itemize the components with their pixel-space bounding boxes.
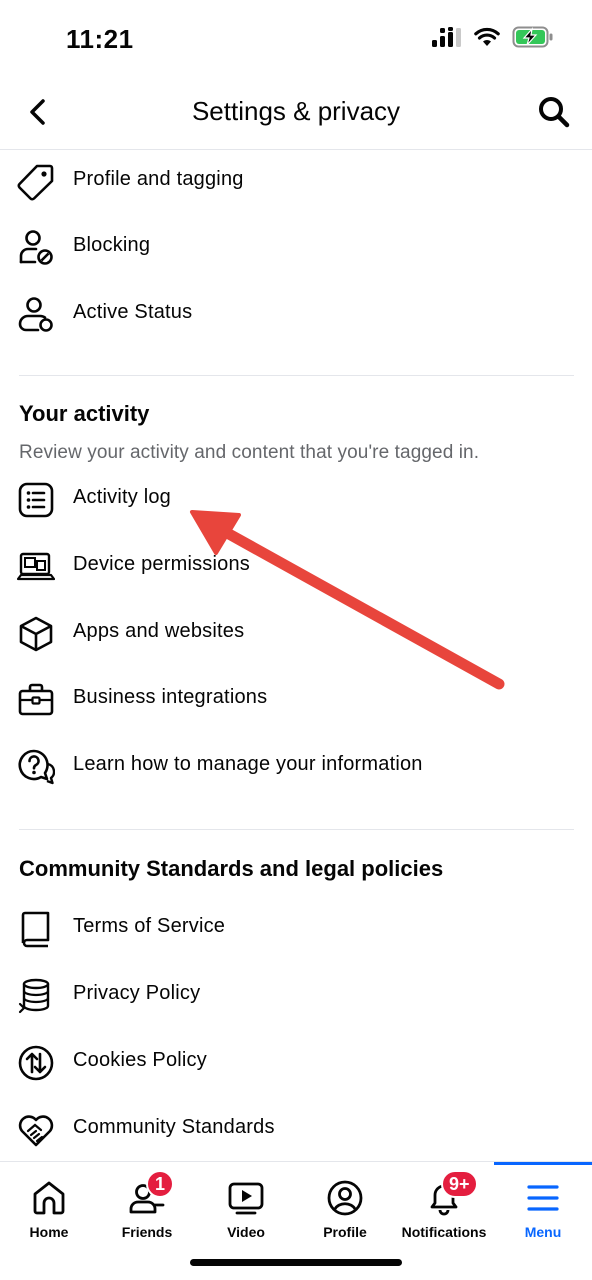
section-title-your-activity: Your activity (19, 401, 150, 426)
menu-item-activity-log[interactable]: Activity log (0, 469, 592, 529)
friends-badge: 1 (146, 1170, 174, 1198)
briefcase-icon (17, 681, 55, 719)
tab-label: Video (227, 1224, 265, 1240)
menu-item-label: Privacy Policy (73, 982, 201, 1004)
menu-item-active-status[interactable]: Active Status (0, 284, 592, 344)
menu-item-label: Blocking (73, 234, 151, 256)
page-title: Settings & privacy (191, 96, 401, 126)
profile-icon (325, 1178, 365, 1218)
menu-item-label: Community Standards (73, 1116, 275, 1138)
menu-item-label: Activity log (73, 486, 171, 508)
menu-icon (523, 1178, 563, 1218)
cube-icon (17, 615, 55, 653)
database-icon (17, 977, 55, 1015)
tab-label: Profile (323, 1224, 367, 1240)
devices-icon (17, 548, 55, 586)
status-icons (432, 26, 554, 53)
tab-menu[interactable]: Menu (494, 1162, 592, 1252)
tab-label: Friends (121, 1224, 173, 1240)
tab-profile[interactable]: Profile (296, 1162, 394, 1252)
menu-item-privacy-policy[interactable]: Privacy Policy (0, 965, 592, 1025)
list-icon (17, 481, 55, 519)
menu-item-label: Device permissions (73, 553, 250, 575)
section-divider (19, 829, 574, 830)
nav-header: Settings & privacy (0, 80, 592, 150)
settings-list: Profile and tagging Blocking Active Stat… (0, 151, 592, 1161)
menu-item-profile-and-tagging[interactable]: Profile and tagging (0, 151, 592, 211)
question-bubble-icon (17, 748, 55, 786)
menu-item-device-permissions[interactable]: Device permissions (0, 536, 592, 596)
tag-icon (17, 163, 55, 201)
home-indicator[interactable] (190, 1259, 402, 1266)
section-title-legal: Community Standards and legal policies (19, 856, 444, 881)
search-icon (539, 97, 570, 128)
menu-item-learn-manage-info[interactable]: Learn how to manage your information (0, 736, 592, 796)
tab-friends[interactable]: 1 Friends (98, 1162, 196, 1252)
menu-item-terms-of-service[interactable]: Terms of Service (0, 898, 592, 958)
tab-label: Home (29, 1224, 69, 1240)
video-icon (226, 1178, 266, 1218)
tab-notifications[interactable]: 9+ Notifications (395, 1162, 493, 1252)
notifications-badge: 9+ (441, 1170, 478, 1198)
menu-item-label: Active Status (73, 301, 193, 323)
tab-label: Menu (524, 1224, 562, 1240)
battery-charging-icon (512, 26, 554, 53)
menu-item-label: Cookies Policy (73, 1049, 207, 1071)
menu-item-apps-and-websites[interactable]: Apps and websites (0, 603, 592, 663)
menu-item-business-integrations[interactable]: Business integrations (0, 669, 592, 729)
menu-item-community-standards[interactable]: Community Standards (0, 1099, 592, 1159)
menu-item-blocking[interactable]: Blocking (0, 217, 592, 277)
tab-home[interactable]: Home (0, 1162, 98, 1252)
menu-item-label: Business integrations (73, 686, 268, 708)
menu-item-label: Apps and websites (73, 620, 245, 642)
tab-label: Notifications (401, 1224, 487, 1240)
wifi-icon (474, 27, 500, 52)
menu-item-cookies-policy[interactable]: Cookies Policy (0, 1032, 592, 1092)
status-time: 11:21 (66, 24, 134, 54)
heart-handshake-icon (17, 1111, 55, 1149)
person-status-icon (17, 296, 55, 334)
person-block-icon (17, 229, 55, 267)
cellular-signal-icon (432, 27, 462, 52)
home-icon (29, 1178, 69, 1218)
menu-item-label: Learn how to manage your information (73, 753, 423, 775)
cookie-arrows-icon (17, 1044, 55, 1082)
menu-item-label: Profile and tagging (73, 168, 244, 190)
section-description: Review your activity and content that yo… (19, 442, 480, 463)
tab-video[interactable]: Video (197, 1162, 295, 1252)
menu-item-label: Terms of Service (73, 915, 226, 937)
search-button[interactable] (534, 92, 574, 132)
status-bar: 11:21 (0, 0, 592, 80)
section-divider (19, 375, 574, 376)
book-icon (17, 910, 55, 948)
